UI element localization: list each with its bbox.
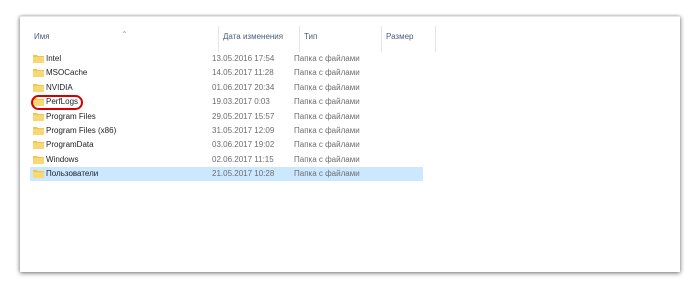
folder-icon — [33, 55, 44, 63]
file-row[interactable]: NVIDIA 01.06.2017 20:34 Папка с файлами — [30, 81, 423, 95]
file-date: 21.05.2017 10:28 — [212, 169, 275, 179]
sort-up-icon: ⌃ — [121, 30, 128, 39]
file-row[interactable]: PerfLogs 19.03.2017 0:03 Папка с файлами — [30, 95, 423, 109]
highlight-circle — [31, 95, 83, 110]
file-date: 02.06.2017 11:15 — [212, 154, 274, 164]
file-type: Папка с файлами — [294, 140, 360, 150]
file-name: Program Files — [46, 111, 96, 121]
column-header-type[interactable]: Тип — [299, 26, 381, 52]
folder-icon — [33, 112, 44, 121]
file-date: 14.05.2017 11:28 — [212, 68, 274, 78]
folder-icon — [33, 83, 44, 92]
folder-icon — [33, 170, 44, 179]
file-type: Папка с файлами — [294, 54, 360, 63]
file-type: Папка с файлами — [294, 126, 360, 135]
folder-icon — [33, 155, 44, 164]
file-type: Папка с файлами — [294, 82, 360, 92]
folder-icon — [33, 141, 44, 150]
file-row[interactable]: Windows 02.06.2017 11:15 Папка с файлами — [30, 153, 423, 167]
column-header-size-label: Размер — [386, 32, 414, 41]
column-header-name-label: Имя — [34, 32, 50, 41]
file-date: 13.05.2016 17:54 — [212, 54, 275, 63]
file-name: ProgramData — [46, 140, 94, 150]
column-header-name[interactable]: Имя ⌃ — [30, 26, 218, 52]
file-name: Intel — [46, 54, 62, 63]
file-type: Папка с файлами — [294, 111, 360, 121]
file-date: 01.06.2017 20:34 — [212, 82, 275, 92]
file-date: 19.03.2017 0:03 — [212, 97, 270, 107]
file-name: Windows — [46, 154, 79, 164]
file-date: 31.05.2017 12:09 — [212, 126, 275, 135]
folder-icon — [33, 69, 44, 78]
file-row[interactable]: MSOCache 14.05.2017 11:28 Папка с файлами — [30, 66, 423, 80]
file-type: Папка с файлами — [294, 154, 360, 164]
file-row[interactable]: ProgramData 03.06.2017 19:02 Папка с файла… — [30, 138, 423, 152]
column-header-date-label: Дата изменения — [223, 32, 284, 41]
file-date: 03.06.2017 19:02 — [212, 140, 275, 150]
folder-icon — [33, 127, 44, 135]
file-name: Program Files (x86) — [46, 126, 117, 135]
file-row[interactable]: Program Files 29.05.2017 15:57 Папка с фай… — [30, 110, 423, 124]
column-header-size[interactable]: Размер — [381, 26, 436, 52]
file-type: Папка с файлами — [294, 97, 360, 107]
column-header-date[interactable]: Дата изменения — [218, 26, 299, 52]
file-row[interactable]: Intel 13.05.2016 17:54 Папка с файлами — [30, 52, 423, 66]
file-type: Папка с файлами — [294, 68, 360, 78]
file-name: NVIDIA — [46, 82, 73, 92]
file-name: Пользователи — [46, 169, 99, 179]
file-name: MSOCache — [46, 68, 88, 78]
file-date: 29.05.2017 15:57 — [212, 111, 275, 121]
file-row[interactable]: Пользователи 21.05.2017 10:28 Папка с файл… — [30, 167, 423, 182]
file-type: Папка с файлами — [294, 169, 360, 179]
file-row[interactable]: Program Files (x86) 31.05.2017 12:09 Папка… — [30, 124, 423, 138]
column-header: Имя ⌃ Дата изменения Тип Размер — [30, 26, 670, 52]
file-explorer-window: Имя ⌃ Дата изменения Тип Размер Intel 13.… — [20, 16, 680, 272]
column-header-type-label: Тип — [304, 32, 318, 41]
